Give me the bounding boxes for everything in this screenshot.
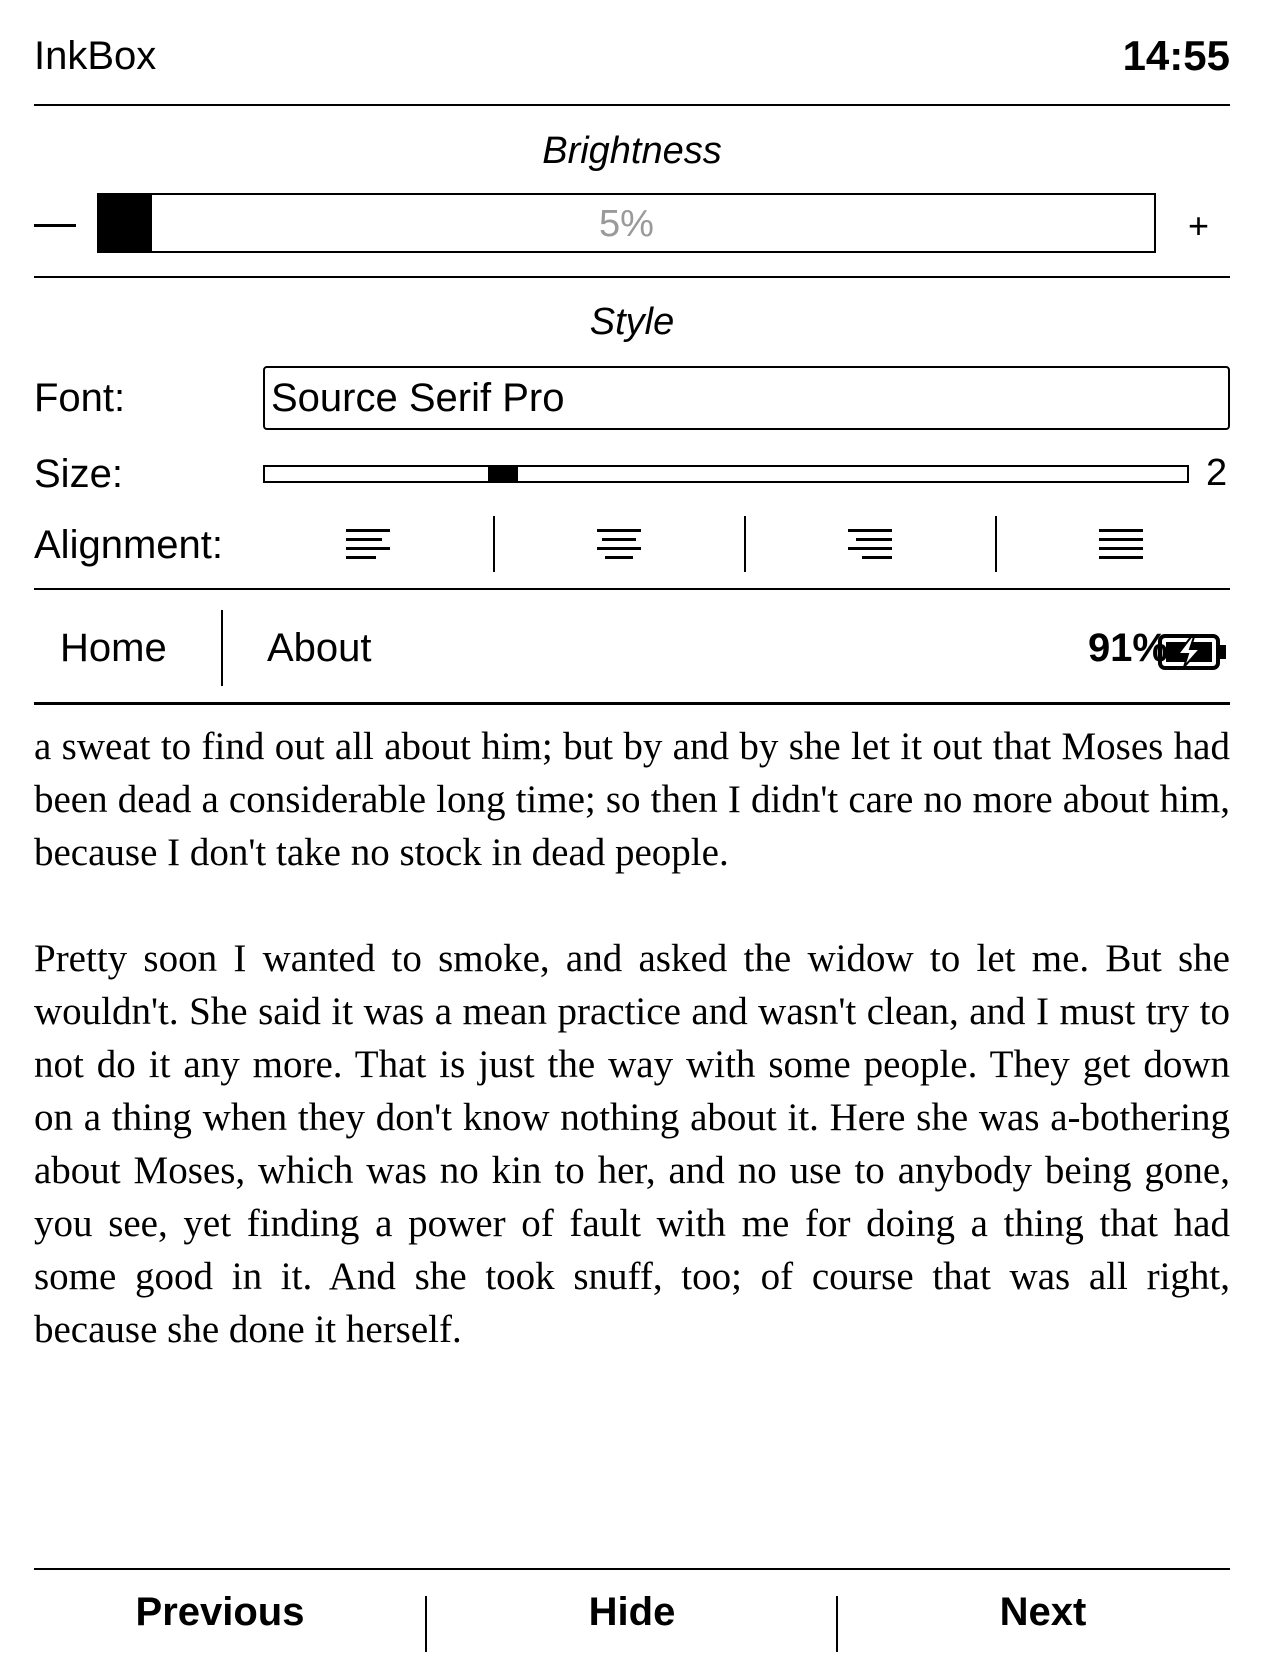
align-right-button[interactable]: [745, 516, 995, 572]
battery-charging-icon: [1158, 632, 1228, 677]
font-size-slider[interactable]: [263, 465, 1189, 483]
separator: [425, 1596, 427, 1652]
align-center-icon: [597, 529, 641, 559]
size-label: Size:: [34, 452, 123, 496]
next-button[interactable]: Next: [844, 1590, 1242, 1635]
divider: [34, 588, 1230, 590]
font-size-value: 2: [1206, 452, 1228, 494]
align-left-button[interactable]: [243, 516, 493, 572]
align-justify-icon: [1099, 529, 1143, 559]
style-title: Style: [589, 301, 675, 343]
align-right-icon: [848, 529, 892, 559]
app-name: InkBox: [34, 34, 157, 78]
divider: [34, 1568, 1230, 1570]
previous-button[interactable]: Previous: [21, 1590, 419, 1635]
font-size-slider-handle[interactable]: [488, 465, 518, 483]
hide-button[interactable]: Hide: [433, 1590, 831, 1635]
clock: 14:55: [1122, 32, 1230, 79]
align-justify-button[interactable]: [996, 516, 1246, 572]
font-select[interactable]: Source Serif Pro: [263, 366, 1230, 430]
brightness-increase-button[interactable]: +: [1188, 208, 1209, 244]
about-button[interactable]: About: [267, 626, 372, 671]
brightness-title: Brightness: [542, 130, 722, 172]
align-left-icon: [346, 529, 390, 559]
separator: [221, 610, 223, 686]
divider: [34, 276, 1230, 278]
brightness-slider[interactable]: 5%: [97, 193, 1156, 253]
book-text: a sweat to find out all about him; but b…: [34, 720, 1230, 1409]
brightness-decrease-button[interactable]: [34, 224, 76, 227]
align-center-button[interactable]: [494, 516, 744, 572]
paragraph: a sweat to find out all about him; but b…: [34, 725, 1230, 874]
brightness-value: 5%: [599, 203, 654, 245]
separator: [836, 1596, 838, 1652]
divider: [34, 104, 1230, 106]
divider: [34, 702, 1230, 705]
battery-percent: 91%: [1087, 626, 1168, 670]
home-button[interactable]: Home: [60, 626, 167, 671]
paragraph: Pretty soon I wanted to smoke, and asked…: [34, 937, 1230, 1351]
font-label: Font:: [34, 376, 126, 420]
alignment-label: Alignment:: [34, 523, 223, 567]
